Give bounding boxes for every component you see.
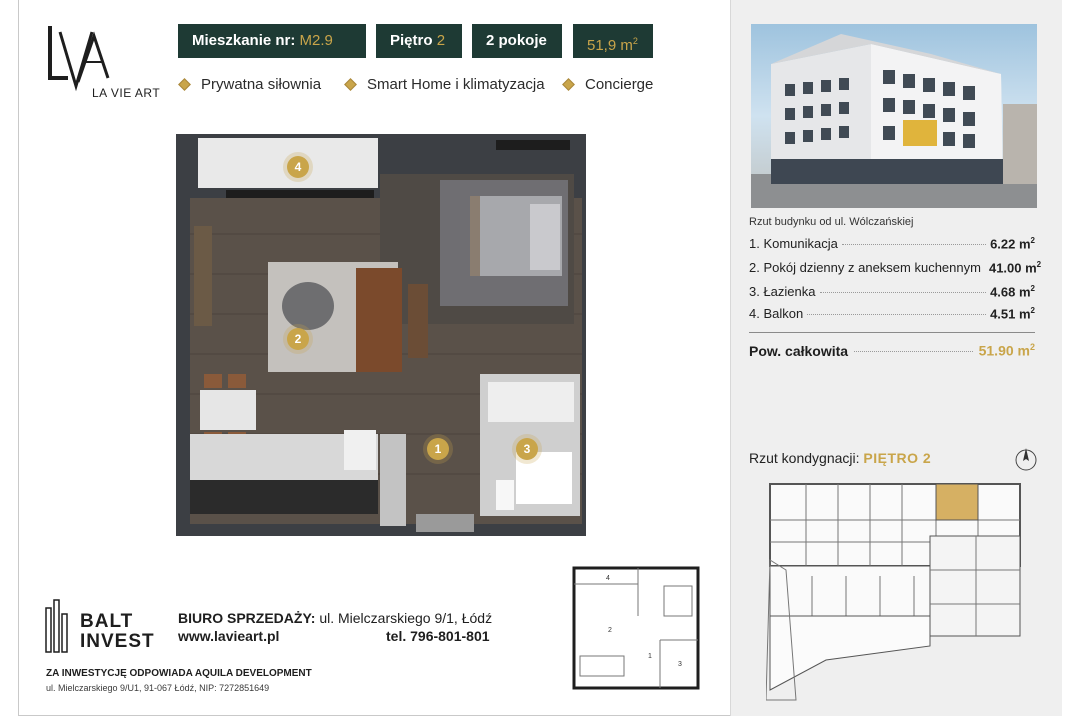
building-floor-plan (765, 480, 1026, 702)
svg-text:1: 1 (648, 653, 652, 660)
room-name: 4. Balkon (749, 306, 804, 322)
area-value: 51,9 m (587, 37, 633, 54)
table-divider (749, 332, 1035, 333)
total-area-sup: 2 (1029, 342, 1035, 352)
feature-concierge: Concierge (562, 76, 654, 93)
room-name: 1. Komunikacja (749, 236, 838, 252)
diamond-bullet-icon (344, 78, 357, 91)
balt-invest-logo-icon (45, 599, 68, 653)
dotted-leader (854, 350, 973, 352)
dotted-leader (807, 314, 987, 316)
room-area-sup: 2 (1030, 284, 1035, 293)
apartment-floor-plan: 4 2 1 3 (176, 134, 586, 536)
room-marker-4: 4 (287, 156, 309, 178)
floor-label: Piętro (390, 32, 433, 49)
room-row: 1. Komunikacja 6.22 m2 (749, 236, 1035, 254)
phone-link[interactable]: tel. 796-801-801 (386, 628, 490, 644)
svg-text:2: 2 (608, 627, 612, 634)
website-link[interactable]: www.lavieart.pl (178, 628, 279, 644)
apartment-label: Mieszkanie nr: (192, 32, 296, 49)
rooms-value: 2 pokoje (486, 32, 547, 49)
developer-logo-text: BALT INVEST (80, 612, 155, 652)
floor-badge: Piętro 2 (376, 24, 462, 58)
room-area: 41.00 m (988, 260, 1037, 276)
feature-label: Prywatna siłownia (201, 76, 322, 93)
dotted-leader (819, 292, 987, 294)
room-name: 2. Pokój dzienny z aneksem kuchennym (749, 260, 981, 276)
room-area-sup: 2 (1030, 306, 1035, 315)
room-marker-2: 2 (287, 328, 309, 350)
room-area: 6.22 m (990, 236, 1031, 252)
rooms-badge: 2 pokoje (472, 24, 562, 58)
total-area: 51.90 m (978, 342, 1030, 359)
room-marker-3: 3 (516, 438, 538, 460)
area-badge: 51,9 m2 (573, 24, 653, 58)
developer-line1: BALT (80, 611, 134, 632)
room-marker-1: 1 (427, 438, 449, 460)
building-caption: Rzut budynku od ul. Wólczańskiej (749, 216, 914, 228)
feature-label: Smart Home i klimatyzacja (367, 76, 545, 93)
feature-gym: Prywatna siłownia (178, 76, 322, 93)
floor-plan-value: PIĘTRO 2 (863, 450, 932, 466)
room-row: 2. Pokój dzienny z aneksem kuchennym 41.… (749, 260, 1041, 278)
floor-plan-label: Rzut kondygnacji: (749, 450, 860, 466)
logo-text: LA VIE ART (92, 86, 161, 100)
svg-text:3: 3 (678, 661, 682, 668)
room-area-sup: 2 (1030, 236, 1035, 245)
building-render-image (751, 24, 1037, 208)
apartment-outline-plan: 4 2 1 3 (572, 566, 700, 690)
room-area: 4.51 m (990, 306, 1031, 322)
sales-label: BIURO SPRZEDAŻY: (178, 610, 316, 626)
investor-note: ZA INWESTYCJĘ ODPOWIADA AQUILA DEVELOPME… (46, 668, 312, 679)
investor-address: ul. Mielczarskiego 9/U1, 91-067 Łódź, NI… (46, 683, 270, 693)
room-name: 3. Łazienka (749, 284, 816, 300)
room-row: 4. Balkon 4.51 m2 (749, 306, 1035, 324)
compass-icon (1015, 448, 1037, 471)
room-area: 4.68 m (990, 284, 1031, 300)
total-label: Pow. całkowita (749, 342, 849, 359)
brand-logo: LA VIE ART (42, 22, 162, 108)
total-area-row: Pow. całkowita 51.90 m2 (749, 342, 1035, 359)
apartment-value: M2.9 (299, 32, 333, 49)
diamond-bullet-icon (178, 78, 191, 91)
floor-plan-title: Rzut kondygnacji: PIĘTRO 2 (749, 450, 931, 466)
sales-address: ul. Mielczarskiego 9/1, Łódź (319, 610, 493, 626)
room-row: 3. Łazienka 4.68 m2 (749, 284, 1035, 302)
developer-line2: INVEST (80, 631, 155, 652)
dotted-leader (841, 244, 987, 246)
area-sup: 2 (632, 36, 638, 46)
feature-label: Concierge (585, 76, 654, 93)
diamond-bullet-icon (562, 78, 575, 91)
sales-office: BIURO SPRZEDAŻY: ul. Mielczarskiego 9/1,… (178, 610, 492, 626)
room-area-sup: 2 (1036, 260, 1042, 269)
feature-smart-home: Smart Home i klimatyzacja (344, 76, 545, 93)
floor-value: 2 (436, 32, 446, 49)
apartment-number-badge: Mieszkanie nr: M2.9 (178, 24, 366, 58)
svg-text:4: 4 (606, 575, 610, 582)
